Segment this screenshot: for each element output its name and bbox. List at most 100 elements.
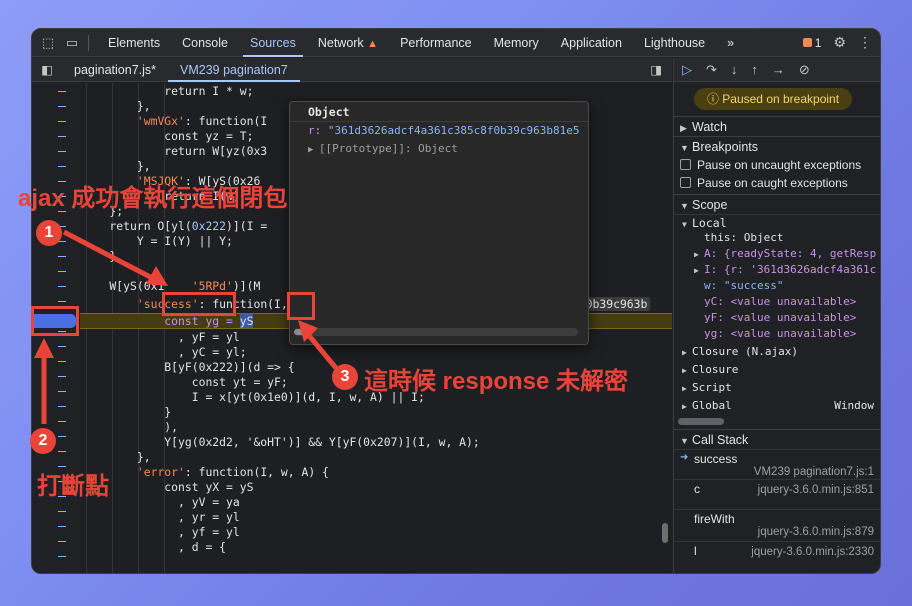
scope-label: Script <box>692 381 732 394</box>
scope-closure-ajax[interactable]: ▶ Closure (N.ajax) <box>674 344 880 360</box>
selected-token[interactable]: yS <box>239 314 254 328</box>
scope-var-yF[interactable]: yF: <value unavailable> <box>674 310 880 326</box>
file-tab-vm239[interactable]: VM239 pagination7 <box>168 58 300 82</box>
expanded-triangle-icon: ▼ <box>680 143 689 153</box>
tab-console[interactable]: Console <box>171 29 239 57</box>
tab-lighthouse[interactable]: Lighthouse <box>633 29 716 57</box>
code-line: 'wmVGx': function(I <box>82 114 267 129</box>
annotation-caption: ajax 成功會執行這個閉包 <box>18 185 288 212</box>
editor-scrollbar[interactable] <box>662 523 668 543</box>
scope-scrollbar[interactable] <box>678 418 724 425</box>
gutter-mark <box>58 346 66 347</box>
step-into-icon[interactable]: ↓ <box>731 62 738 77</box>
scope-script[interactable]: ▶ Script <box>674 380 880 396</box>
frame-location[interactable]: jquery-3.6.0.min.js:851 <box>758 484 874 496</box>
debugger-toolbar: ▷ ↷ ↓ ↑ → ⊘ <box>674 58 880 82</box>
resume-icon[interactable]: ▷ <box>682 62 692 78</box>
more-tabs-button[interactable]: » <box>716 29 745 57</box>
code-text: const yg = <box>82 314 240 328</box>
tab-application[interactable]: Application <box>550 29 633 57</box>
code-line: , yf = yl <box>82 525 240 539</box>
pause-uncaught-checkbox[interactable]: Pause on uncaught exceptions <box>674 156 880 174</box>
settings-gear-icon[interactable]: ⚙ <box>833 34 846 51</box>
scope-var-yC[interactable]: yC: <value unavailable> <box>674 294 880 310</box>
toggle-navigator-icon[interactable]: ◧ <box>32 62 62 77</box>
info-icon: ⓘ <box>706 92 723 106</box>
code-line: , yr = yl <box>82 510 240 524</box>
issues-badge[interactable]: 1 <box>802 36 821 50</box>
code-text: : function(I, w, A) { <box>184 465 329 479</box>
code-line: const yt = yF; <box>82 375 288 389</box>
frame-location[interactable]: VM239 pagination7.js:1 <box>754 466 874 478</box>
popover-row-prototype[interactable]: ▶ [[Prototype]]: Object <box>290 140 588 158</box>
toggle-debugger-icon[interactable]: ◨ <box>650 62 662 77</box>
scope-local[interactable]: ▼ Local <box>674 214 880 230</box>
scope-var-yg[interactable]: yg: <value unavailable> <box>674 326 880 342</box>
code-text: : function(I <box>184 114 268 128</box>
section-watch[interactable]: ▶ Watch <box>674 116 880 136</box>
warning-icon: ▲ <box>367 37 379 50</box>
scope-global[interactable]: ▶ Global Window <box>674 398 880 414</box>
section-breakpoints[interactable]: ▼ Breakpoints <box>674 136 880 156</box>
scope-var-w[interactable]: w: "success" <box>674 278 880 294</box>
step-over-icon[interactable]: ↷ <box>706 62 717 78</box>
frame-function: l <box>694 544 697 558</box>
call-frame-firewith[interactable]: fireWith jquery-3.6.0.min.js:879 <box>674 509 880 541</box>
argument-I-highlight-box <box>287 292 315 320</box>
scope-var-A[interactable]: ▶ A: {readyState: 4, getResp <box>674 246 880 262</box>
pause-caught-checkbox[interactable]: Pause on caught exceptions <box>674 174 880 192</box>
step-out-icon[interactable]: ↑ <box>751 62 758 77</box>
call-frame-c[interactable]: c jquery-3.6.0.min.js:851 <box>674 479 880 509</box>
frame-location[interactable]: jquery-3.6.0.min.js:879 <box>758 526 874 538</box>
popover-title: Object <box>290 102 588 122</box>
code-line: const yz = T; <box>82 129 254 143</box>
file-tab-pagination7[interactable]: pagination7.js* <box>62 58 168 82</box>
tab-memory[interactable]: Memory <box>483 29 550 57</box>
device-toolbar-icon[interactable]: ▭ <box>64 35 80 51</box>
checkbox-label: Pause on uncaught exceptions <box>697 158 862 172</box>
section-call-stack[interactable]: ▼ Call Stack <box>674 429 880 449</box>
collapsed-triangle-icon: ▶ <box>682 402 687 411</box>
issue-icon <box>802 37 812 47</box>
scope-var-I[interactable]: ▶ I: {r: '361d3626adcf4a361c <box>674 262 880 278</box>
step-icon[interactable]: → <box>772 62 785 77</box>
object-preview-popover[interactable]: Object r: "361d3626adcf4a361c385c8f0b39c… <box>289 101 589 345</box>
step-1-badge: 1 <box>36 220 62 246</box>
scope-closure[interactable]: ▶ Closure <box>674 362 880 378</box>
var-text: I: {r: '361d3626adcf4a361c <box>704 263 877 276</box>
call-frame-success[interactable]: ➜ success VM239 pagination7.js:1 <box>674 449 880 479</box>
var-text: yC: <value unavailable> <box>704 295 857 308</box>
tab-elements[interactable]: Elements <box>97 29 171 57</box>
collapsed-triangle-icon: ▶ <box>682 366 687 375</box>
popover-value: "361d3626adcf4a361c385c8f0b39c963b81e5 <box>327 124 580 137</box>
tab-network[interactable]: Network ▲ <box>307 29 389 57</box>
code-string: '5RPd' <box>191 279 233 293</box>
gutter-mark <box>58 556 66 557</box>
inspect-element-icon[interactable]: ⬚ <box>40 35 56 51</box>
code-text: )](M <box>232 279 261 293</box>
gutter-mark <box>58 526 66 527</box>
frame-location[interactable]: jquery-3.6.0.min.js:2330 <box>751 546 874 558</box>
section-title: Scope <box>692 198 728 212</box>
code-number: 0x222 <box>191 219 227 233</box>
section-title: Watch <box>692 120 727 134</box>
paused-on-breakpoint-banner: ⓘ Paused on breakpoint <box>694 88 852 110</box>
gutter-mark <box>58 166 66 167</box>
arrow-1-icon <box>62 229 168 286</box>
tab-sources[interactable]: Sources <box>239 29 307 57</box>
scope-var-this[interactable]: this: Object <box>674 230 880 246</box>
tab-performance[interactable]: Performance <box>389 29 483 57</box>
deactivate-breakpoints-icon[interactable]: ⊘ <box>799 62 810 78</box>
popover-key: r: <box>308 124 328 137</box>
code-line: B[yF(0x222)](d => { <box>82 360 295 374</box>
kebab-menu-icon[interactable]: ⋮ <box>858 34 872 51</box>
code-editor[interactable]: return I * w; }, 'wmVGx': function(I con… <box>32 83 672 573</box>
code-line: , yF = yl <box>82 330 240 344</box>
section-scope[interactable]: ▼ Scope <box>674 194 880 214</box>
expand-triangle-icon[interactable]: ▶ <box>308 145 319 155</box>
scope-label: Global <box>692 399 732 412</box>
arrow-2-icon <box>34 338 54 424</box>
popover-row-r[interactable]: r: "361d3626adcf4a361c385c8f0b39c963b81e… <box>290 122 588 140</box>
call-frame-l[interactable]: l jquery-3.6.0.min.js:2330 <box>674 541 880 571</box>
gutter-mark <box>58 511 66 512</box>
